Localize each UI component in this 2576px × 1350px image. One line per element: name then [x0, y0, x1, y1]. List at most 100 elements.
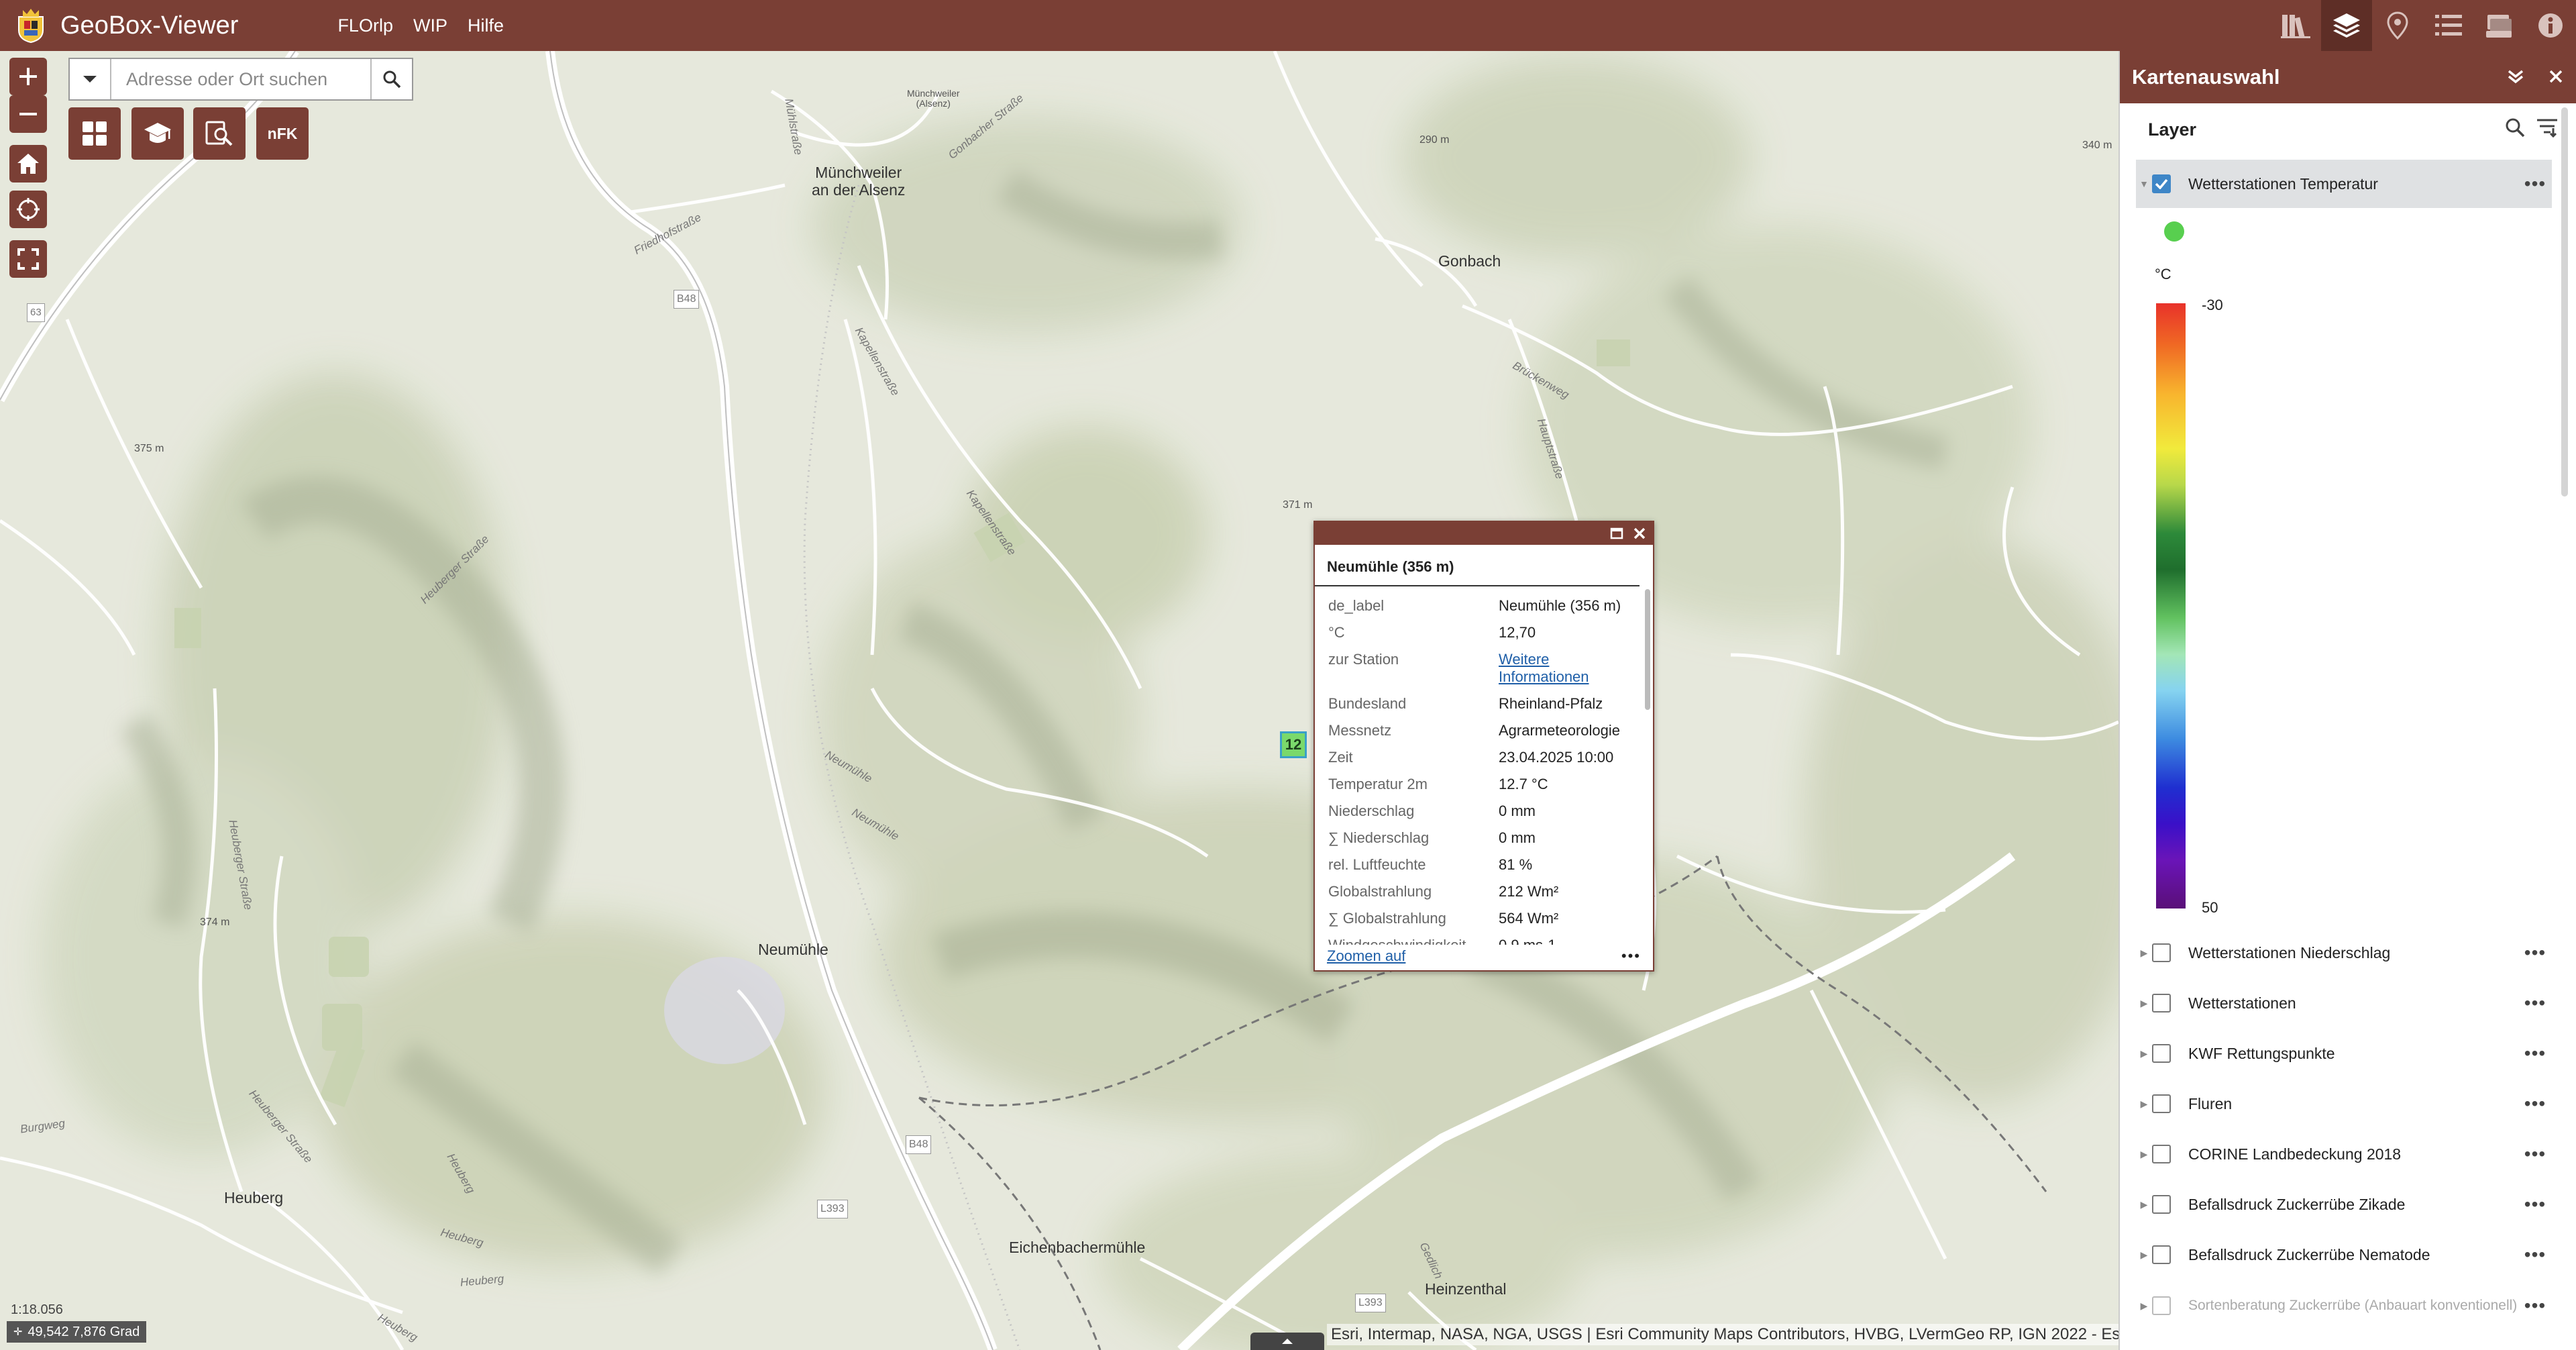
layer-search-icon[interactable]	[2505, 117, 2525, 142]
attribute-key: Temperatur 2m	[1328, 776, 1428, 792]
layer-row[interactable]: ▶ Wetterstationen •••	[2136, 979, 2552, 1027]
attribute-value: 0 mm	[1499, 829, 1536, 846]
zoom-in-button[interactable]	[9, 58, 47, 95]
place-muenchweiler-small: Münchweiler (Alsenz)	[907, 88, 960, 109]
elevation-371: 371 m	[1283, 499, 1313, 511]
layer-row-disabled[interactable]: ▶ Sortenberatung Zuckerrübe (Anbauart ko…	[2136, 1282, 2552, 1330]
popup-maximize-button[interactable]	[1607, 524, 1626, 543]
elevation-340: 340 m	[2082, 140, 2112, 151]
home-button[interactable]	[9, 145, 47, 183]
app-title: GeoBox-Viewer	[60, 11, 239, 40]
search-map-tool-button[interactable]	[193, 107, 246, 160]
layer-row[interactable]: ▶ Befallsdruck Zuckerrübe Nematode •••	[2136, 1231, 2552, 1279]
layer-checkbox[interactable]	[2152, 1145, 2171, 1163]
attribute-key: de_label	[1328, 597, 1385, 614]
layer-row[interactable]: ▶ KWF Rettungspunkte •••	[2136, 1029, 2552, 1078]
elevation-374: 374 m	[200, 917, 230, 928]
weather-station-marker[interactable]: 12	[1280, 731, 1307, 758]
popup-close-button[interactable]	[1630, 524, 1649, 543]
layer-options-button[interactable]: •••	[2518, 1143, 2552, 1165]
layer-options-button[interactable]: •••	[2518, 1043, 2552, 1064]
layer-section-header: Layer	[2120, 103, 2576, 156]
layer-checkbox[interactable]	[2152, 1245, 2171, 1264]
layer-row-active[interactable]: ▼ Wetterstationen Temperatur •••	[2136, 160, 2552, 208]
layer-row[interactable]: ▶ CORINE Landbedeckung 2018 •••	[2136, 1130, 2552, 1178]
expand-triangle-icon[interactable]: ▶	[2136, 1048, 2152, 1059]
attribute-value: 23.04.2025 10:00	[1499, 749, 1614, 766]
attribute-row: Bundesland Rheinland-Pfalz	[1328, 691, 1644, 718]
layer-options-button[interactable]: •••	[2518, 1194, 2552, 1215]
layer-options-button[interactable]: •••	[2518, 942, 2552, 964]
popup-title: Neumühle (356 m)	[1315, 545, 1640, 586]
collapse-panel-button[interactable]	[2496, 65, 2536, 89]
menu-hilfe[interactable]: Hilfe	[468, 15, 504, 36]
search-source-dropdown[interactable]	[70, 59, 111, 99]
attribute-value: 81 %	[1499, 856, 1533, 873]
home-icon	[17, 154, 39, 174]
menu-wip[interactable]: WIP	[413, 15, 447, 36]
expand-triangle-icon[interactable]: ▶	[2136, 947, 2152, 959]
layer-options-button[interactable]: •••	[2518, 173, 2552, 195]
plus-icon	[19, 68, 37, 85]
zoom-out-button[interactable]	[9, 95, 47, 133]
station-info-link[interactable]: Weitere Informationen	[1499, 651, 1599, 686]
list-icon[interactable]	[2423, 0, 2474, 51]
layer-options-button[interactable]: •••	[2518, 1093, 2552, 1114]
expand-triangle-icon[interactable]: ▶	[2136, 998, 2152, 1009]
popup-more-button[interactable]: •••	[1621, 947, 1641, 965]
info-icon[interactable]	[2525, 0, 2576, 51]
menu-florlp[interactable]: FLOrlp	[337, 15, 393, 36]
expand-triangle-icon[interactable]: ▶	[2136, 1249, 2152, 1261]
fullscreen-button[interactable]	[9, 240, 47, 278]
expand-triangle-icon[interactable]: ▶	[2136, 1149, 2152, 1160]
basemap-icon[interactable]	[2474, 0, 2525, 51]
locate-button[interactable]	[9, 191, 47, 228]
attribute-value: Rheinland-Pfalz	[1499, 695, 1603, 712]
attribute-row: Messnetz Agrarmeteorologie	[1328, 718, 1644, 745]
layer-filter-icon[interactable]	[2536, 117, 2559, 142]
attribute-key: °C	[1328, 624, 1345, 641]
search-button[interactable]	[370, 59, 412, 99]
layers-icon[interactable]	[2321, 0, 2372, 51]
education-tool-button[interactable]	[131, 107, 184, 160]
locate-icon	[17, 198, 40, 221]
nfk-tool-button[interactable]: nFK	[256, 107, 309, 160]
legend-bottom-label: 50	[2202, 899, 2218, 916]
search-input[interactable]	[111, 60, 370, 98]
grid-tool-button[interactable]	[68, 107, 121, 160]
expand-triangle-icon[interactable]: ▶	[2136, 1098, 2152, 1110]
expand-triangle-icon[interactable]: ▶	[2136, 1199, 2152, 1210]
layer-checkbox[interactable]	[2152, 1044, 2171, 1063]
map-view[interactable]: 63 B48 B48 L393 L393 Münchweiler an der …	[0, 51, 2118, 1350]
map-search-icon	[205, 121, 233, 146]
legend-unit: °C	[2155, 266, 2171, 282]
layer-row[interactable]: ▶ Fluren •••	[2136, 1080, 2552, 1128]
attribute-row: Temperatur 2m 12.7 °C	[1328, 772, 1644, 798]
library-icon[interactable]	[2270, 0, 2321, 51]
expand-tab[interactable]	[1250, 1333, 1324, 1350]
attribute-key: ∑ Globalstrahlung	[1328, 910, 1446, 927]
address-search	[68, 58, 413, 101]
attribute-row: rel. Luftfeuchte 81 %	[1328, 852, 1644, 879]
panel-scrollbar[interactable]	[2561, 107, 2568, 497]
terrain-basemap	[0, 51, 2118, 1350]
road-l393-label: L393	[817, 1200, 848, 1218]
location-pin-icon[interactable]	[2372, 0, 2423, 51]
layer-checkbox[interactable]	[2152, 1094, 2171, 1113]
layer-row[interactable]: ▶ Wetterstationen Niederschlag •••	[2136, 929, 2552, 977]
place-muenchweiler: Münchweiler an der Alsenz	[812, 164, 906, 199]
zoom-to-link[interactable]: Zoomen auf	[1327, 947, 1405, 965]
layer-checkbox[interactable]	[2152, 1296, 2171, 1315]
layer-options-button[interactable]: •••	[2518, 1295, 2552, 1316]
popup-scrollbar[interactable]	[1645, 589, 1650, 710]
expand-triangle-icon[interactable]: ▼	[2136, 178, 2152, 189]
layer-checkbox[interactable]	[2152, 1195, 2171, 1214]
layer-checkbox[interactable]	[2152, 943, 2171, 962]
expand-triangle-icon[interactable]: ▶	[2136, 1300, 2152, 1312]
layer-options-button[interactable]: •••	[2518, 992, 2552, 1014]
layer-checkbox-checked[interactable]	[2152, 174, 2171, 193]
close-panel-button[interactable]	[2536, 65, 2576, 89]
layer-row[interactable]: ▶ Befallsdruck Zuckerrübe Zikade •••	[2136, 1180, 2552, 1229]
layer-options-button[interactable]: •••	[2518, 1244, 2552, 1265]
layer-checkbox[interactable]	[2152, 994, 2171, 1012]
